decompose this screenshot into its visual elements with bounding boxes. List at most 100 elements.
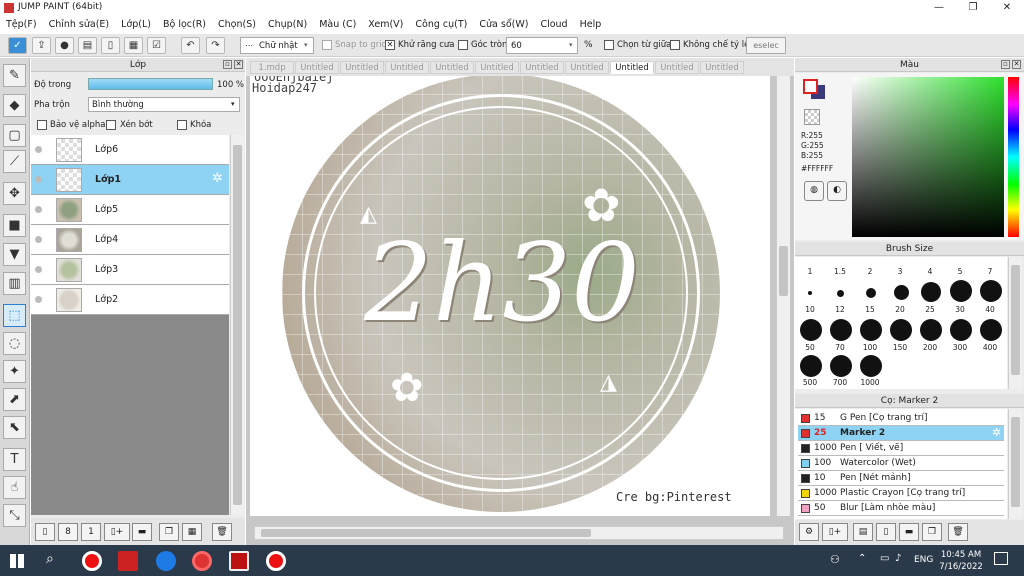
panel-close-icon[interactable]: ✕	[1012, 60, 1021, 69]
menu-filter[interactable]: Bộ lọc(R)	[157, 16, 212, 33]
visibility-icon[interactable]	[35, 206, 42, 213]
new-layer-icon[interactable]: ▯	[35, 523, 55, 541]
merge-layer-icon[interactable]: ▦	[182, 523, 202, 541]
folder-icon[interactable]: ▬	[132, 523, 152, 541]
people-icon[interactable]: ⚇	[830, 553, 840, 566]
export-icon[interactable]: ⇪	[32, 37, 51, 54]
brush-dot[interactable]	[920, 319, 942, 341]
corner-value-input[interactable]: 60 ▾	[506, 37, 578, 54]
select-center-checkbox[interactable]	[604, 40, 614, 50]
menu-cloud[interactable]: Cloud	[534, 16, 573, 33]
panel-close-icon[interactable]: ✕	[234, 60, 243, 69]
layer-scroll-thumb[interactable]	[233, 145, 242, 505]
brush-dot[interactable]	[980, 280, 1002, 302]
menu-layer[interactable]: Lớp(L)	[115, 16, 157, 33]
canvas-vscroll-thumb[interactable]	[779, 246, 788, 296]
lasso-tool-icon[interactable]: ◌	[3, 332, 26, 355]
brush-dot[interactable]	[890, 319, 912, 341]
panel-float-icon[interactable]: ▫	[1001, 60, 1010, 69]
brush-item[interactable]: 10 Pen [Nét mảnh]	[798, 471, 1004, 486]
menu-help[interactable]: Help	[574, 16, 608, 33]
brush-item[interactable]: 1000 Plastic Crayon [Cọ trang trí]	[798, 486, 1004, 501]
brush-settings-gear-icon[interactable]: ✲	[992, 426, 1001, 440]
clock[interactable]: 10:45 AM 7/16/2022	[936, 549, 986, 573]
jump-paint-icon[interactable]	[229, 551, 249, 571]
hue-slider[interactable]	[1008, 77, 1019, 237]
gradient-tool-icon[interactable]: ▥	[3, 272, 26, 295]
brush-dot[interactable]	[837, 290, 844, 297]
brush-size-scroll-thumb[interactable]	[1011, 265, 1020, 375]
restore-icon[interactable]: ❐	[956, 0, 990, 16]
layer-row[interactable]: Lớp5	[31, 195, 229, 225]
text-tool-icon[interactable]: T	[3, 448, 26, 471]
clip-checkbox[interactable]	[106, 120, 116, 130]
tab-untitled[interactable]: Untitled	[520, 61, 564, 74]
brush-dot[interactable]	[950, 280, 972, 302]
brush-delete-icon[interactable]: 🗑	[948, 523, 968, 541]
page-icon[interactable]: ▯	[101, 37, 120, 54]
tab-active[interactable]: Untitled	[610, 61, 654, 74]
fill-rect-tool-icon[interactable]: ■	[3, 214, 26, 237]
protect-alpha-checkbox[interactable]	[37, 120, 47, 130]
notification-icon[interactable]	[994, 552, 1008, 565]
brush-dot[interactable]	[800, 355, 822, 377]
layer-settings-gear-icon[interactable]: ✲	[212, 171, 223, 186]
layer-row-selected[interactable]: Lớp1 ✲	[31, 165, 229, 195]
brush-size-scrollbar[interactable]	[1008, 257, 1022, 389]
tray-chevron-icon[interactable]: ⌃	[858, 553, 866, 564]
tab-untitled[interactable]: Untitled	[475, 61, 519, 74]
search-icon[interactable]: ⌕	[46, 551, 54, 567]
magic-wand-tool-icon[interactable]: ✦	[3, 360, 26, 383]
opera-icon[interactable]	[82, 551, 102, 571]
tab-untitled[interactable]: Untitled	[565, 61, 609, 74]
canvas[interactable]: oooEhjbaiej Hoidap247 2h30 ✿ ✿ ◭ ◮ Cre b…	[250, 76, 770, 516]
rect-select-tool-icon[interactable]: ⬚	[3, 304, 26, 327]
rectangle-tool-icon[interactable]: ▢	[3, 124, 26, 147]
brush-item-selected[interactable]: 25 Marker 2 ✲	[798, 426, 1004, 441]
brush-item[interactable]: 100 Watercolor (Wet)	[798, 456, 1004, 471]
brush-dot[interactable]	[808, 291, 812, 295]
delete-layer-icon[interactable]: 🗑	[212, 523, 232, 541]
network-icon[interactable]: ▭	[880, 553, 889, 564]
brush-dot[interactable]	[866, 288, 876, 298]
brush-dot[interactable]	[980, 319, 1002, 341]
layer-row[interactable]: Lớp6	[31, 135, 229, 165]
new-8bit-layer-icon[interactable]: 8	[58, 523, 78, 541]
brush-list-scrollbar[interactable]	[1008, 409, 1022, 519]
tab-untitled[interactable]: Untitled	[655, 61, 699, 74]
layer-scrollbar[interactable]	[230, 135, 244, 515]
move-tool-icon[interactable]: ✥	[3, 182, 26, 205]
tab-untitled[interactable]: Untitled	[295, 61, 339, 74]
lock-checkbox[interactable]	[177, 120, 187, 130]
line-tool-icon[interactable]: ⟋	[3, 150, 26, 173]
undo-icon[interactable]: ↶	[181, 37, 200, 54]
no-ratio-checkbox[interactable]	[670, 40, 680, 50]
brush-duplicate-icon[interactable]: ❐	[922, 523, 942, 541]
zalo-icon[interactable]	[156, 551, 176, 571]
corner-checkbox[interactable]	[458, 40, 468, 50]
visibility-icon[interactable]	[35, 236, 42, 243]
brush-dot[interactable]	[860, 319, 882, 341]
brush-item[interactable]: 50 Blur [Làm nhòe màu]	[798, 501, 1004, 516]
add-brush-menu-icon[interactable]: ▯+	[822, 523, 848, 541]
tab-untitled[interactable]: Untitled	[385, 61, 429, 74]
brush-item[interactable]: 15 G Pen [Cọ trang trí]	[798, 411, 1004, 426]
tab-untitled[interactable]: Untitled	[700, 61, 744, 74]
brush-item[interactable]: 1000 Pen [ Viết, vẽ]	[798, 441, 1004, 456]
add-layer-menu-icon[interactable]: ▯+	[104, 523, 130, 541]
brush-folder-icon[interactable]: ▬	[899, 523, 919, 541]
blend-select[interactable]: Bình thường ▾	[88, 97, 240, 112]
tab-untitled[interactable]: Untitled	[340, 61, 384, 74]
brush-dot[interactable]	[950, 319, 972, 341]
duplicate-layer-icon[interactable]: ❐	[159, 523, 179, 541]
canvas-hscroll[interactable]	[254, 526, 784, 540]
shape-select[interactable]: ⋯ Chữ nhật ▾	[240, 37, 314, 54]
palette-icon[interactable]: ◍	[804, 181, 824, 201]
tab-untitled[interactable]: Untitled	[430, 61, 474, 74]
brush-list-scroll-thumb[interactable]	[1011, 417, 1020, 507]
pen-mode-icon[interactable]: ✓	[8, 37, 27, 54]
menu-window[interactable]: Cửa sổ(W)	[473, 16, 534, 33]
foreground-color-swatch[interactable]	[803, 79, 818, 94]
opacity-slider[interactable]	[88, 78, 213, 90]
close-icon[interactable]: ✕	[990, 0, 1024, 16]
